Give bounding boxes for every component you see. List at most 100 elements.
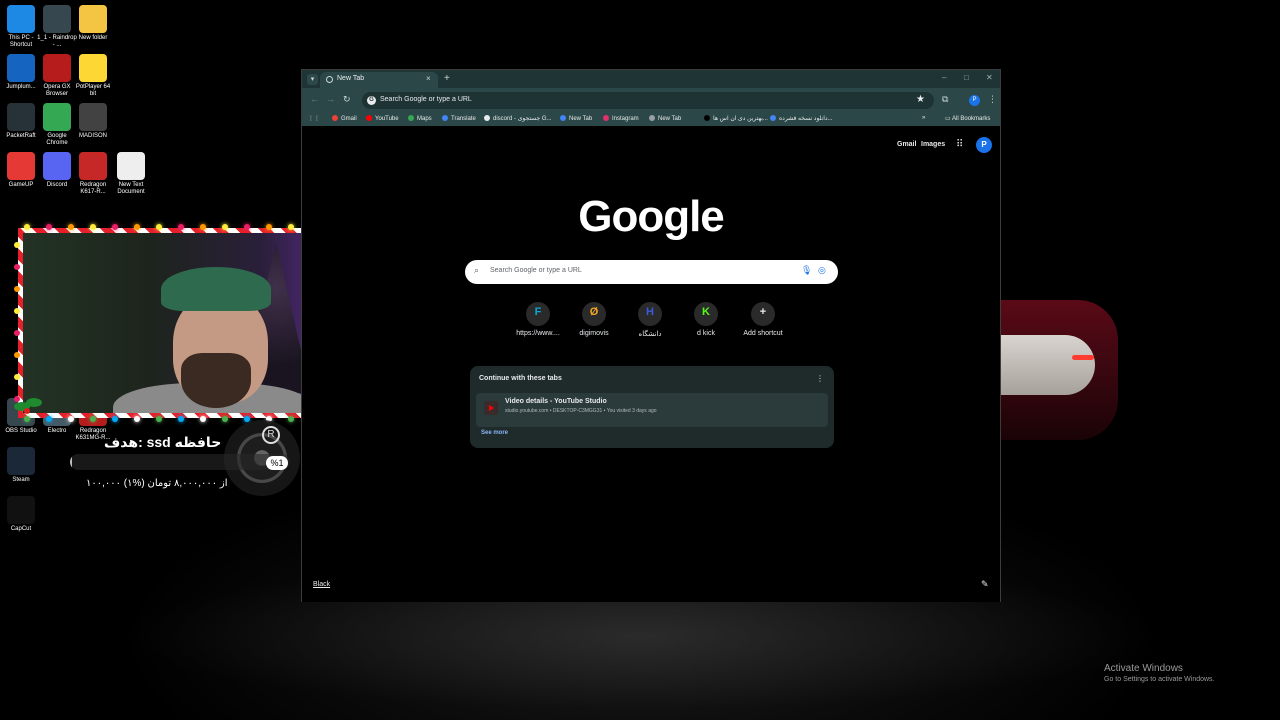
christmas-light xyxy=(266,224,272,230)
shortcut-tile[interactable]: + Add shortcut xyxy=(733,302,793,337)
continue-with-tabs-card: Continue with these tabs ⋮ Video details… xyxy=(470,366,834,448)
bookmark-item[interactable]: discord - جستجوی G... xyxy=(484,115,552,122)
bookmark-item[interactable]: Maps xyxy=(408,115,432,122)
bookmark-item[interactable]: YouTube xyxy=(366,115,399,122)
christmas-light xyxy=(68,224,74,230)
forward-icon[interactable]: → xyxy=(326,94,335,104)
christmas-light xyxy=(14,308,20,314)
christmas-light xyxy=(178,224,184,230)
bookmark-label: YouTube xyxy=(375,116,399,122)
new-tab-page: Gmail Images ⠿ P Google ⌕ Search Google … xyxy=(302,126,1000,602)
new-tab-button[interactable]: + xyxy=(444,73,450,84)
app-icon xyxy=(79,5,107,33)
bookmark-favicon-icon xyxy=(408,115,414,121)
tab-search-button[interactable]: ▾ xyxy=(307,74,318,85)
continue-tab-item[interactable]: Video details - YouTube Studio studio.yo… xyxy=(476,393,828,427)
desktop-icon-label: MADISON xyxy=(78,133,107,139)
shortcut-label: دانشگاه xyxy=(638,331,662,338)
app-icon xyxy=(43,103,71,131)
tab-new-tab[interactable]: New Tab × xyxy=(320,72,438,88)
images-link[interactable]: Images xyxy=(921,141,945,148)
desktop-icon[interactable]: PotPlayer 64 bit xyxy=(72,54,114,98)
christmas-light xyxy=(200,224,206,230)
desktop-icon[interactable]: Redragon K617-R... xyxy=(72,152,114,196)
search-box[interactable]: ⌕ Search Google or type a URL 🎙 ◎ xyxy=(465,260,838,284)
app-icon xyxy=(117,152,145,180)
continue-tab-subtitle: studio.youtube.com • DESKTOP-C3MGG31 • Y… xyxy=(505,408,657,414)
shortcut-tile[interactable]: Kd kick xyxy=(676,302,736,337)
holly-decoration xyxy=(14,398,44,418)
christmas-light xyxy=(222,416,228,422)
activate-windows-watermark: Activate Windows Go to Settings to activ… xyxy=(1104,663,1215,683)
christmas-light xyxy=(90,416,96,422)
shortcut-glyph: H xyxy=(646,306,654,318)
shortcut-icon: F xyxy=(526,302,550,326)
desktop-icon[interactable]: MADISON xyxy=(72,103,114,140)
background-attribution-link[interactable]: Black xyxy=(313,581,330,588)
app-icon xyxy=(79,152,107,180)
minimize-icon[interactable]: – xyxy=(942,73,946,82)
desktop-icon[interactable]: Steam xyxy=(0,447,42,484)
app-icon xyxy=(7,54,35,82)
desktop-icon-label: PotPlayer 64 bit xyxy=(75,84,111,97)
reload-icon[interactable]: ↻ xyxy=(343,94,351,105)
apps-grid-icon[interactable]: ⋮⋮ xyxy=(308,115,320,122)
customize-pencil-icon[interactable]: ✎ xyxy=(981,579,989,590)
tab-close-icon[interactable]: × xyxy=(426,74,431,83)
shortcut-label: https://www.... xyxy=(516,330,560,337)
desktop-icon-label: Steam xyxy=(12,477,30,483)
see-more-link[interactable]: See more xyxy=(481,430,508,436)
desktop-icon[interactable]: New Text Document xyxy=(110,152,152,196)
shortcut-icon: Ø xyxy=(582,302,606,326)
bookmark-item[interactable]: Translate xyxy=(442,115,476,122)
voice-search-icon[interactable]: 🎙 xyxy=(801,265,812,276)
gmail-link[interactable]: Gmail xyxy=(897,141,916,148)
bookmark-item[interactable]: Gmail xyxy=(332,115,357,122)
close-window-icon[interactable]: ✕ xyxy=(986,73,993,82)
app-icon xyxy=(7,103,35,131)
christmas-light xyxy=(14,352,20,358)
address-bar[interactable]: G Search Google or type a URL ★ xyxy=(362,92,934,109)
christmas-light xyxy=(14,264,20,270)
shortcut-tile[interactable]: Ødigimovis xyxy=(564,302,624,337)
bookmark-item[interactable]: New Tab xyxy=(649,115,681,122)
christmas-light xyxy=(244,224,250,230)
app-icon xyxy=(43,5,71,33)
bookmark-label: Maps xyxy=(417,116,432,122)
account-avatar[interactable]: P xyxy=(976,137,992,153)
bookmark-item[interactable]: Instagram xyxy=(603,115,639,122)
goal-title: هدف: ssd حافظه xyxy=(104,434,222,450)
bookmark-star-icon[interactable]: ★ xyxy=(916,94,925,105)
app-icon xyxy=(43,54,71,82)
chrome-menu-icon[interactable]: ⋮ xyxy=(988,94,997,105)
app-icon xyxy=(7,5,35,33)
google-apps-icon[interactable]: ⠿ xyxy=(956,140,966,150)
shortcut-tile[interactable]: Fhttps://www.... xyxy=(508,302,568,337)
donation-goal-widget: هدف: ssd حافظه %1 ۱۰۰,۰۰۰ از ۸,۰۰۰,۰۰۰ ت… xyxy=(70,432,300,492)
desktop-icon[interactable]: CapCut xyxy=(0,496,42,533)
google-lens-icon[interactable]: ◎ xyxy=(818,265,826,276)
desktop-icon[interactable]: New folder xyxy=(72,5,114,42)
bookmark-item[interactable]: بهترین دی ان اس ها... xyxy=(704,115,768,122)
app-icon xyxy=(7,496,35,524)
goal-percent-badge: %1 xyxy=(266,456,288,470)
card-menu-icon[interactable]: ⋮ xyxy=(816,374,824,383)
shortcut-label: Add shortcut xyxy=(743,330,783,337)
shortcut-tile[interactable]: H دانشگاه xyxy=(620,302,680,338)
christmas-light xyxy=(288,416,294,422)
all-bookmarks-label: All Bookmarks xyxy=(952,116,991,122)
bookmark-item[interactable]: دانلود نسخه فشرده... xyxy=(770,115,833,122)
back-icon[interactable]: ← xyxy=(310,94,319,104)
all-bookmarks-button[interactable]: ▭ All Bookmarks xyxy=(945,115,990,122)
more-bookmarks-icon[interactable]: » xyxy=(922,115,925,121)
profile-avatar-button[interactable]: P xyxy=(969,95,980,106)
tab-title: New Tab xyxy=(337,75,365,82)
maximize-icon[interactable]: □ xyxy=(964,73,969,82)
extensions-icon[interactable]: ⧉ xyxy=(942,94,948,105)
shortcut-icon: H xyxy=(638,302,662,326)
christmas-light xyxy=(46,224,52,230)
youtube-studio-icon xyxy=(484,401,498,415)
bookmark-item[interactable]: New Tab xyxy=(560,115,592,122)
christmas-light xyxy=(112,416,118,422)
green-cap xyxy=(161,267,271,311)
